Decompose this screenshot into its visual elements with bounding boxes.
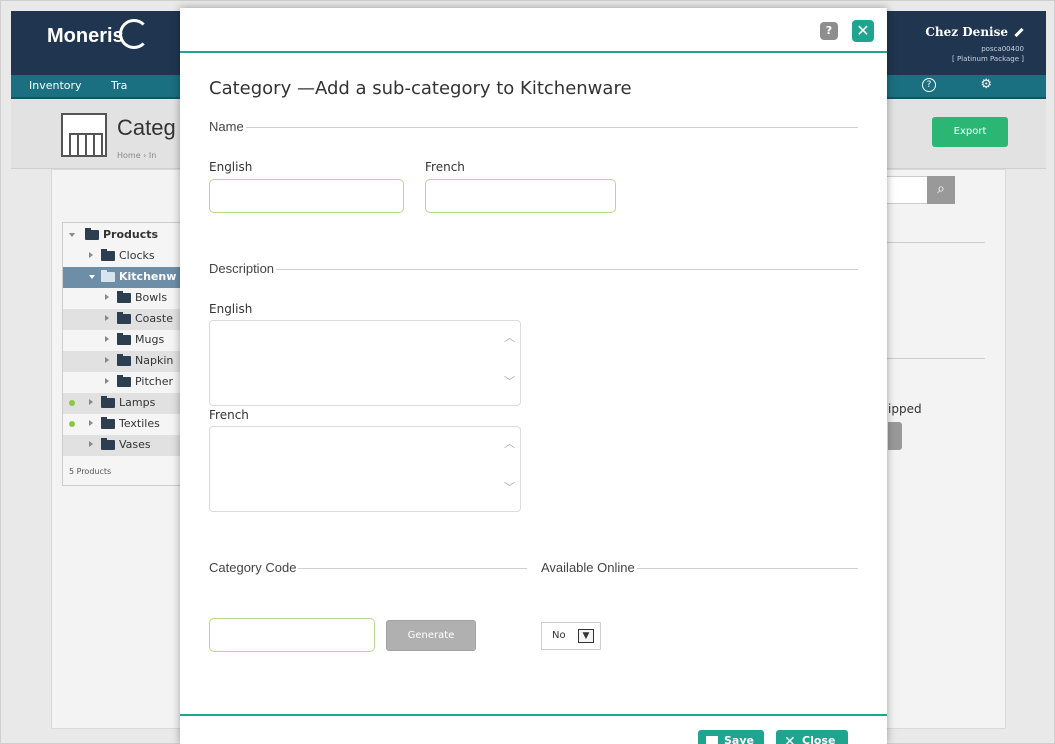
tree-expand-icon[interactable] [69,233,75,237]
folder-icon [117,291,131,303]
moneris-logo: Moneris [47,25,124,47]
folder-open-icon [101,270,115,282]
save-icon [706,736,718,744]
help-icon[interactable]: ? [820,22,838,40]
close-x-icon: ✕ [784,734,796,744]
warehouse-icon [61,113,107,157]
tree-item-label: Lamps [119,396,156,409]
nav-item-transactions[interactable]: Tra [111,79,127,92]
store-code: posca00400 [981,45,1024,53]
folder-icon [85,228,99,240]
tree-expand-icon[interactable] [89,275,95,279]
tree-expand-icon[interactable] [105,315,109,321]
folder-icon [117,333,131,345]
folder-icon [101,249,115,261]
scroll-down-icon[interactable]: ﹀ [504,482,515,493]
category-code-legend: Category Code [209,560,299,575]
name-french-field[interactable] [425,179,616,213]
settings-icon[interactable]: ⚙ [980,77,992,92]
tree-expand-icon[interactable] [89,252,93,258]
available-online-select[interactable]: No ▼ [541,622,601,650]
generate-button[interactable]: Generate [386,620,476,651]
export-button[interactable]: Export [932,117,1008,147]
nav-item-inventory[interactable]: Inventory [29,79,82,92]
close-button[interactable]: ✕ Close [776,730,848,744]
page-title: Categ [117,115,176,140]
tree-expand-icon[interactable] [105,294,109,300]
divider [885,242,985,243]
tree-item-label: Coaste [135,312,173,325]
close-label: Close [802,734,836,744]
edit-pencil-icon[interactable] [1014,27,1024,38]
name-english-label: English [209,160,253,174]
tree-expand-icon[interactable] [89,441,93,447]
scroll-down-icon[interactable]: ﹀ [504,376,515,387]
desc-english-textarea[interactable] [210,321,502,405]
category-code-field[interactable] [209,618,375,652]
scroll-up-icon[interactable]: ︿ [504,438,515,449]
tree-item-label: Textiles [119,417,160,430]
name-section-legend: Name [209,119,246,134]
folder-icon [117,354,131,366]
tree-expand-icon[interactable] [105,378,109,384]
folder-icon [101,417,115,429]
divider [885,358,985,359]
description-section-legend: Description [209,261,277,276]
search-icon[interactable]: ⌕ [927,176,955,204]
tree-item-label: Products [103,228,159,241]
tree-expand-icon[interactable] [105,336,109,342]
breadcrumb[interactable]: Home › In [117,151,156,160]
save-button[interactable]: Save [698,730,764,744]
name-section-line [209,127,858,128]
store-name[interactable]: Chez Denise [925,25,1024,39]
tree-expand-icon[interactable] [89,420,93,426]
store-package: [ Platinum Package ] [952,55,1024,63]
save-label: Save [724,734,754,744]
footer-divider [180,714,887,716]
available-online-legend: Available Online [541,560,637,575]
folder-icon [117,375,131,387]
available-online-value: No [552,630,566,641]
folder-icon [101,438,115,450]
status-dot-icon [69,400,75,406]
desc-french-label: French [209,408,249,422]
desc-french-textarea[interactable] [210,427,502,511]
folder-icon [101,396,115,408]
desc-french-field[interactable]: ︿ ﹀ [209,426,521,512]
moneris-logo-swirl-icon [119,19,149,49]
name-french-label: French [425,160,465,174]
tree-item-label: Mugs [135,333,165,346]
tree-item-label: Bowls [135,291,168,304]
shipped-label: ipped [888,402,922,416]
close-icon[interactable]: ✕ [852,20,874,42]
store-name-text: Chez Denise [925,25,1008,39]
tree-item-label: Kitchenw [119,270,177,283]
tree-item-label: Napkin [135,354,174,367]
tree-footer-count: 5 Products [69,467,112,476]
desc-english-field[interactable]: ︿ ﹀ [209,320,521,406]
name-english-field[interactable] [209,179,404,213]
scroll-up-icon[interactable]: ︿ [504,332,515,343]
tree-item-label: Pitcher [135,375,174,388]
status-dot-icon [69,421,75,427]
background-button[interactable] [888,422,902,450]
desc-english-label: English [209,302,253,316]
nav-help-icon[interactable]: ? [922,78,936,92]
tree-expand-icon[interactable] [89,399,93,405]
tree-item-label: Clocks [119,249,155,262]
chevron-down-icon[interactable]: ▼ [578,629,594,643]
export-label: Export [953,126,987,137]
folder-icon [117,312,131,324]
add-subcategory-dialog: ? ✕ Category —Add a sub-category to Kitc… [180,8,887,744]
header-divider [180,51,887,53]
description-section-line [209,269,858,270]
tree-item-label: Vases [119,438,151,451]
dialog-title: Category —Add a sub-category to Kitchenw… [209,78,632,99]
tree-expand-icon[interactable] [105,357,109,363]
